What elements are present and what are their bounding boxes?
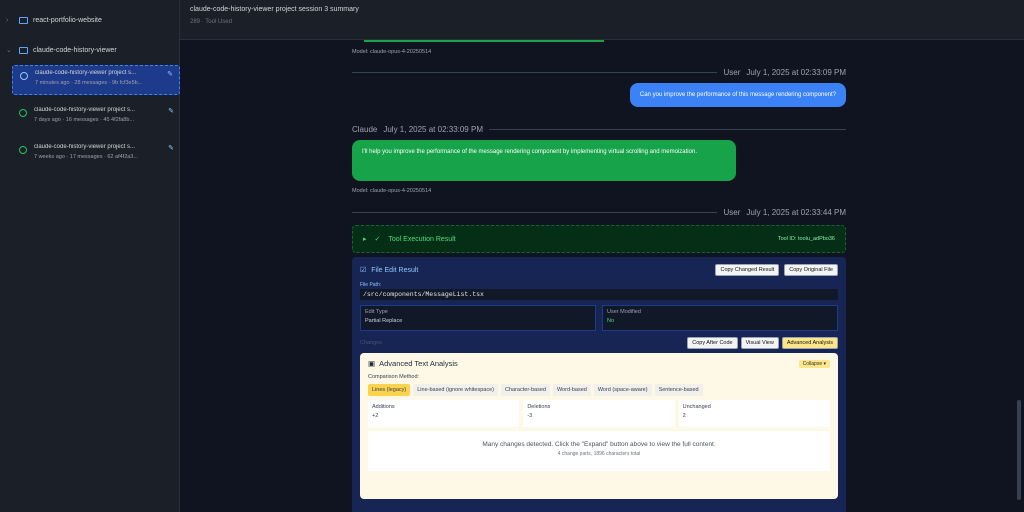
chat-icon <box>20 72 28 80</box>
chevron-right-icon: › <box>6 16 9 24</box>
file-edit-panel: ☑ File Edit Result Copy Changed Result Co… <box>352 257 846 512</box>
notice-text: Many changes detected. Click the "Expand… <box>482 441 716 448</box>
timestamp: July 1, 2025 at 02:33:09 PM <box>383 125 483 134</box>
stat-additions: Additions +2 <box>368 400 520 427</box>
user-modified-box: User Modified No <box>602 305 838 331</box>
copy-original-button[interactable]: Copy Original File <box>784 264 838 276</box>
method-tab[interactable]: Line-based (ignore whitespace) <box>413 384 498 396</box>
timestamp: July 1, 2025 at 02:33:09 PM <box>746 68 846 77</box>
user-bubble: Can you improve the performance of this … <box>629 83 846 107</box>
path-label: File Path: <box>360 282 382 288</box>
label: Edit Type <box>365 309 388 315</box>
chat-icon <box>19 146 27 154</box>
claude-message: I'll help you improve the performance of… <box>352 140 846 181</box>
user-message: Can you improve the performance of this … <box>352 83 846 107</box>
scrollbar[interactable] <box>1017 400 1021 500</box>
chevron-right-icon: ▸ <box>363 236 367 243</box>
analysis-icon: ▣ <box>368 359 376 368</box>
session-header: claude-code-history-viewer project sessi… <box>180 0 1024 40</box>
edit-icon[interactable]: ✎ <box>167 70 173 78</box>
changes-label: Changes <box>360 339 383 346</box>
value: No <box>607 318 615 324</box>
chat-icon <box>19 109 27 117</box>
label: Unchanged <box>682 404 711 410</box>
tool-id: Tool ID: toolu_adPbo36 <box>777 236 835 242</box>
notice-box: Many changes detected. Click the "Expand… <box>368 431 830 471</box>
collapse-button[interactable]: Collapse ▾ <box>798 359 830 368</box>
notice-subtext: 4 change parts, 1896 characters total <box>557 451 641 457</box>
project-name: react-portfolio-website <box>33 16 102 24</box>
label: Additions <box>372 404 395 410</box>
session-title: claude-code-history-viewer project sessi… <box>190 6 359 13</box>
session-meta: 7 days ago · 16 messages · 45 4f2fa8b... <box>34 117 134 123</box>
session-subtitle: 289 · Tool Used <box>190 19 232 25</box>
stat-deletions: Deletions -3 <box>523 400 675 427</box>
label: Deletions <box>527 404 551 410</box>
check-icon: ✓ <box>374 236 381 243</box>
project-item[interactable]: › react-portfolio-website <box>6 12 102 28</box>
tool-title: Tool Execution Result <box>388 235 456 243</box>
method-tab[interactable]: Character-based <box>501 384 550 396</box>
folder-icon <box>19 16 28 24</box>
method-tab[interactable]: Word-based <box>552 384 591 396</box>
method-label: Comparison Method: <box>368 374 420 380</box>
project-name: claude-code-history-viewer <box>33 46 117 54</box>
session-title: claude-code-history-viewer project s... <box>34 107 136 113</box>
model-label: Model: claude-opus-4-20250514 <box>352 49 432 55</box>
edit-icon[interactable]: ✎ <box>168 144 174 152</box>
claude-message-header: Claude July 1, 2025 at 02:33:09 PM <box>352 125 846 134</box>
edit-icon: ☑ <box>360 267 367 274</box>
stat-unchanged: Unchanged 2 <box>678 400 830 427</box>
project-item[interactable]: ⌄ claude-code-history-viewer <box>6 42 117 58</box>
session-title: claude-code-history-viewer project s... <box>35 70 137 76</box>
advanced-analysis-panel: ▣ Advanced Text Analysis Collapse ▾ Compar… <box>360 353 838 499</box>
session-item[interactable]: ✎ claude-code-history-viewer project s...… <box>12 140 180 170</box>
session-meta: 7 minutes ago · 28 messages · 9b fcf3e5b… <box>35 80 143 86</box>
user-message-header: User July 1, 2025 at 02:33:09 PM <box>352 68 846 77</box>
method-tab[interactable]: Word (space-aware) <box>593 384 652 396</box>
method-tabs: Lines (legacy) Line-based (ignore whites… <box>368 384 830 396</box>
tool-result-toggle[interactable]: ▸ ✓ Tool Execution Result Tool ID: toolu_ad… <box>352 225 846 253</box>
sender: User <box>723 68 741 77</box>
advanced-analysis-button[interactable]: Advanced Analysis <box>781 336 838 349</box>
session-item[interactable]: ✎ claude-code-history-viewer project s...… <box>12 65 180 95</box>
value: Partial Replace <box>365 318 403 324</box>
value: -3 <box>527 413 533 419</box>
method-tab[interactable]: Sentence-based <box>654 384 703 396</box>
edit-icon[interactable]: ✎ <box>168 107 174 115</box>
session-item[interactable]: ✎ claude-code-history-viewer project s...… <box>12 103 180 133</box>
panel-title: File Edit Result <box>371 266 419 274</box>
sender: Claude <box>352 125 378 134</box>
method-tab[interactable]: Lines (legacy) <box>368 384 411 396</box>
visual-view-button[interactable]: Visual View <box>740 336 779 349</box>
copy-changed-button[interactable]: Copy Changed Result <box>715 264 780 276</box>
value: +2 <box>372 413 379 419</box>
user-message-header: User July 1, 2025 at 02:33:44 PM <box>352 208 846 217</box>
claude-bubble: I'll help you improve the performance of… <box>352 140 736 181</box>
folder-icon <box>19 46 28 54</box>
file-path: /src/components/MessageList.tsx <box>360 289 838 300</box>
model-label: Model: claude-opus-4-20250514 <box>352 188 432 194</box>
chevron-down-icon: ⌄ <box>6 47 12 54</box>
prev-message-edge <box>352 40 846 43</box>
session-title: claude-code-history-viewer project s... <box>34 144 136 150</box>
timestamp: July 1, 2025 at 02:33:44 PM <box>746 208 846 217</box>
label: User Modified <box>607 309 641 315</box>
session-meta: 7 weeks ago · 17 messages · 62 af4f2a3..… <box>34 154 138 160</box>
value: 2 <box>682 413 686 419</box>
copy-after-button[interactable]: Copy After Code <box>687 336 738 349</box>
sidebar: › react-portfolio-website ⌄ claude-code-hi… <box>0 0 180 512</box>
sender: User <box>723 208 741 217</box>
edit-type-box: Edit Type Partial Replace <box>360 305 596 331</box>
analysis-title: Advanced Text Analysis <box>379 359 458 368</box>
